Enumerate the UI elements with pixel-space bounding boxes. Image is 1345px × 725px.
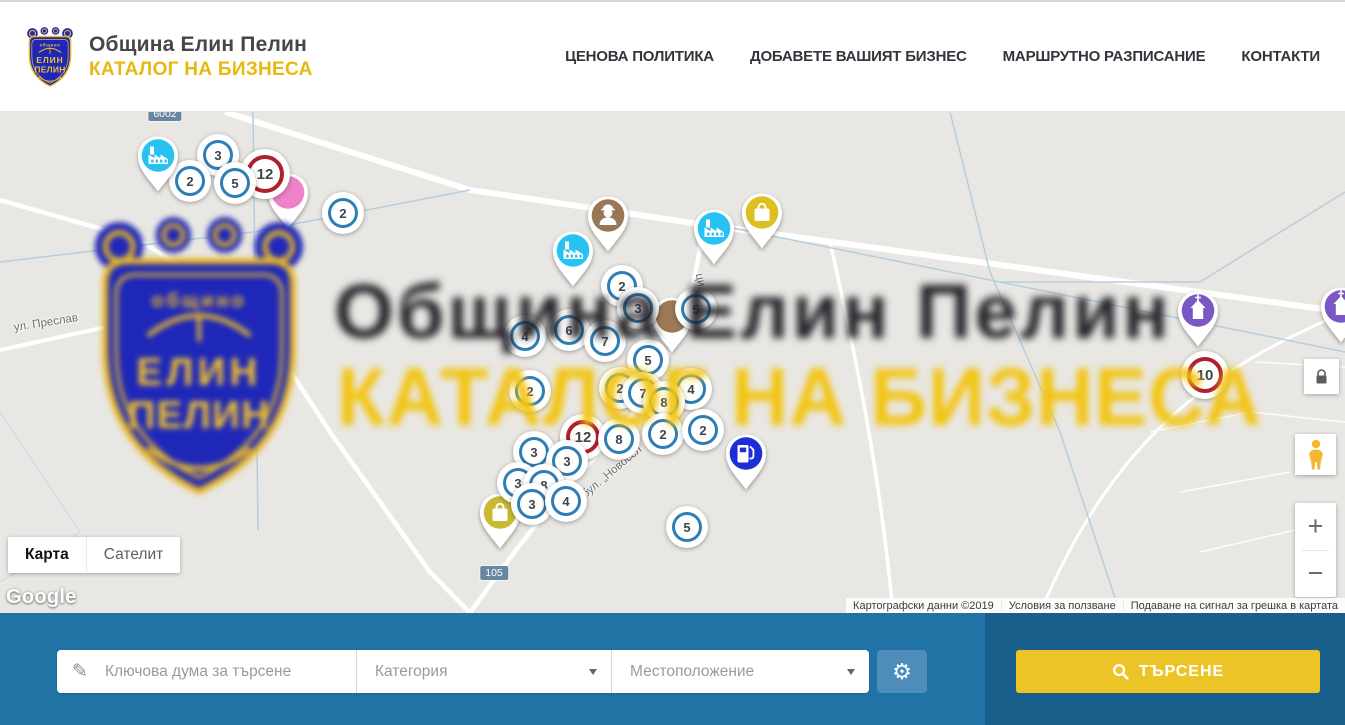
cluster-marker[interactable]: 7 xyxy=(584,320,626,362)
factory-pin[interactable] xyxy=(691,208,737,271)
map-canvas[interactable]: 6002105ул. Преславбул. „Новоселци 123252… xyxy=(0,112,1345,613)
brand-subtitle: КАТАЛОГ НА БИЗНЕСА xyxy=(89,59,313,81)
location-select-label: Местоположение xyxy=(630,663,754,681)
chevron-down-icon xyxy=(847,669,855,675)
factory-pin[interactable] xyxy=(135,135,181,198)
church-pin[interactable] xyxy=(1318,286,1345,349)
search-button[interactable]: ТЪРСЕНЕ xyxy=(1016,650,1320,693)
map-view-button[interactable]: Карта xyxy=(8,537,86,573)
svg-text:общино: общино xyxy=(40,42,61,47)
category-select[interactable]: Категория xyxy=(357,650,612,693)
nav-item-contacts[interactable]: КОНТАКТИ xyxy=(1241,48,1320,65)
shopping-pin[interactable] xyxy=(739,192,785,255)
site-header: общино ЕЛИНПЕЛИН Община Елин Пелин КАТАЛО… xyxy=(0,0,1345,112)
pegman-control[interactable] xyxy=(1295,434,1336,475)
search-fields-panel: ✎ Категория Местоположение ⚙ xyxy=(0,613,985,725)
page: общино ЕЛИНПЕЛИН Община Елин Пелин КАТАЛО… xyxy=(0,0,1345,725)
satellite-view-button[interactable]: Сателит xyxy=(86,537,180,573)
attribution-copyright: Картографски данни ©2019 xyxy=(846,600,1001,612)
gear-icon: ⚙ xyxy=(892,661,912,683)
pegman-icon xyxy=(1305,439,1327,470)
cluster-marker[interactable]: 8 xyxy=(598,418,640,460)
nav-item-pricing-policy[interactable]: ЦЕНОВА ПОЛИТИКА xyxy=(565,48,714,65)
main-nav: ЦЕНОВА ПОЛИТИКА ДОБАВЕТЕ ВАШИЯТ БИЗНЕС М… xyxy=(565,48,1320,65)
search-section: ✎ Категория Местоположение ⚙ xyxy=(0,613,1345,725)
cluster-marker[interactable]: 5 xyxy=(214,162,256,204)
terms-of-use-link[interactable]: Условия за ползване xyxy=(1001,600,1123,612)
location-select[interactable]: Местоположение xyxy=(612,650,869,693)
search-button-label: ТЪРСЕНЕ xyxy=(1139,663,1224,681)
svg-text:ЕЛИН: ЕЛИН xyxy=(36,55,63,65)
zoom-out-button[interactable]: − xyxy=(1295,551,1336,598)
search-button-panel: ТЪРСЕНЕ xyxy=(985,613,1345,725)
google-logo[interactable]: Google xyxy=(6,586,77,609)
cluster-marker[interactable]: 4 xyxy=(545,480,587,522)
nav-item-route-schedule[interactable]: МАРШРУТНО РАЗПИСАНИЕ xyxy=(1003,48,1206,65)
cluster-marker[interactable]: 10 xyxy=(1181,351,1229,399)
category-select-label: Категория xyxy=(375,663,447,681)
keyword-field[interactable]: ✎ xyxy=(57,650,357,693)
fuel-station-pin[interactable] xyxy=(723,433,769,496)
church-pin[interactable] xyxy=(1175,290,1221,353)
advanced-search-button[interactable]: ⚙ xyxy=(877,650,927,693)
nav-item-add-business[interactable]: ДОБАВЕТЕ ВАШИЯТ БИЗНЕС xyxy=(750,48,967,65)
cluster-marker[interactable]: 2 xyxy=(682,409,724,451)
report-map-error-link[interactable]: Подаване на сигнал за грешка в картата xyxy=(1123,600,1345,612)
pencil-icon: ✎ xyxy=(57,660,103,683)
map-type-control: Карта Сателит xyxy=(8,537,180,573)
svg-text:ПЕЛИН: ПЕЛИН xyxy=(34,64,65,74)
zoom-in-button[interactable]: + xyxy=(1295,503,1336,550)
search-icon xyxy=(1112,663,1129,680)
cluster-marker[interactable]: 2 xyxy=(642,413,684,455)
brand[interactable]: общино ЕЛИНПЕЛИН Община Елин Пелин КАТАЛО… xyxy=(25,26,313,88)
lock-icon xyxy=(1315,369,1328,385)
municipality-emblem-logo: общино ЕЛИНПЕЛИН xyxy=(25,26,75,88)
cluster-marker[interactable]: 2 xyxy=(509,370,551,412)
keyword-input[interactable] xyxy=(103,662,356,682)
cluster-marker[interactable]: 2 xyxy=(322,192,364,234)
lock-control[interactable] xyxy=(1304,359,1339,394)
cluster-marker[interactable]: 4 xyxy=(504,315,546,357)
factory-pin[interactable] xyxy=(550,230,596,293)
cluster-marker[interactable]: 3 xyxy=(617,287,659,329)
chevron-down-icon xyxy=(589,669,597,675)
map-attribution: Картографски данни ©2019 Условия за полз… xyxy=(846,598,1345,613)
cluster-marker[interactable]: 5 xyxy=(666,506,708,548)
zoom-control: + − xyxy=(1295,503,1336,597)
cluster-marker[interactable]: 5 xyxy=(675,288,717,330)
brand-title: Община Елин Пелин xyxy=(89,33,313,57)
